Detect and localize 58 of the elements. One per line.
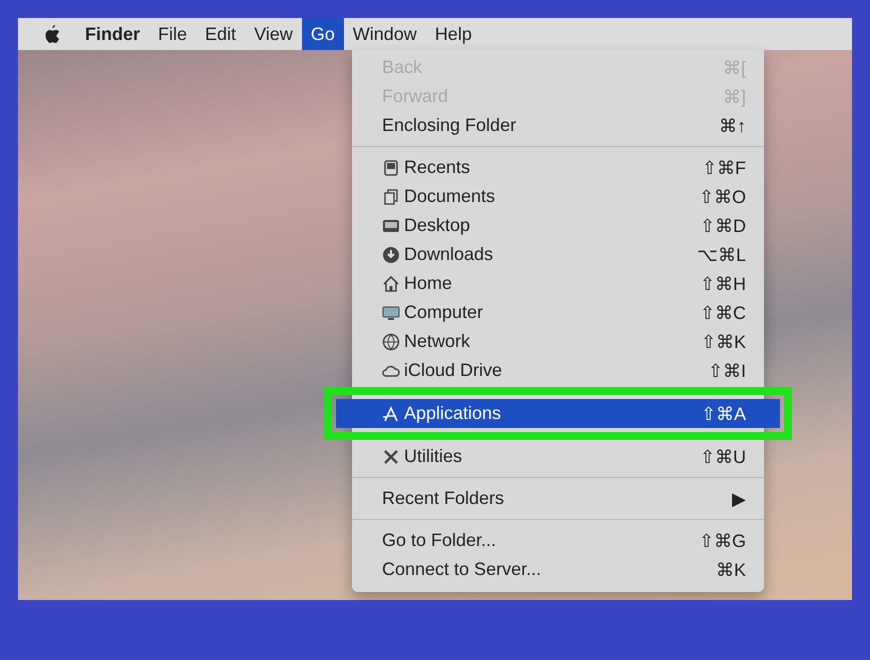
- menu-item[interactable]: Network ⇧⌘K: [352, 327, 764, 356]
- computer-icon: [382, 304, 400, 322]
- menu-item[interactable]: Computer ⇧⌘C: [352, 298, 764, 327]
- menu-item[interactable]: Go to Folder... ⇧⌘G: [352, 526, 764, 555]
- keyboard-shortcut: ⌘↑: [719, 114, 746, 136]
- menu-item[interactable]: Recents ⇧⌘F: [352, 153, 764, 182]
- house-icon: [382, 274, 400, 292]
- keyboard-shortcut: ⇧⌘D: [700, 214, 746, 236]
- menu-item[interactable]: Desktop ⇧⌘D: [352, 211, 764, 240]
- menu-item[interactable]: Documents ⇧⌘O: [352, 182, 764, 211]
- menu-bar-item[interactable]: File: [149, 18, 196, 50]
- menu-item-label: Downloads: [404, 244, 494, 265]
- app-store-icon: [382, 404, 400, 422]
- globe-icon: [382, 332, 400, 350]
- keyboard-shortcut: ⇧⌘A: [700, 402, 746, 424]
- menu-bar-item[interactable]: Go: [302, 18, 344, 50]
- menu-bar-item[interactable]: Help: [426, 18, 481, 50]
- keyboard-shortcut: ⇧⌘O: [698, 186, 746, 208]
- menu-item-label: Go to Folder...: [382, 530, 496, 551]
- menu-bar-item[interactable]: View: [245, 18, 302, 50]
- menu-item[interactable]: Enclosing Folder ⌘↑: [352, 111, 764, 140]
- menu-item[interactable]: Downloads ⌥⌘L: [352, 240, 764, 269]
- menu-bar-item[interactable]: Finder: [76, 18, 150, 50]
- keyboard-shortcut: ▶: [732, 488, 746, 510]
- menu-item[interactable]: iCloud Drive ⇧⌘I: [352, 356, 764, 385]
- menu-item-label: Utilities: [404, 446, 462, 467]
- menu-item-label: Recent Folders: [382, 488, 504, 509]
- menu-item-label: Connect to Server...: [382, 559, 542, 580]
- menu-item-label: Desktop: [404, 215, 470, 236]
- keyboard-shortcut: ⌘]: [722, 86, 746, 108]
- keyboard-shortcut: ⇧⌘C: [700, 302, 746, 324]
- menu-item[interactable]: Connect to Server... ⌘K: [352, 555, 764, 584]
- menu-item-label: Computer: [404, 302, 484, 323]
- menu-bar-item[interactable]: Window: [344, 18, 426, 50]
- apple-logo-icon[interactable]: [44, 24, 60, 44]
- menu-item[interactable]: Utilities ⇧⌘U: [352, 442, 764, 471]
- download-icon: [382, 246, 400, 264]
- menu-item-label: Applications: [404, 403, 502, 424]
- menu-item-label: Documents: [404, 186, 496, 207]
- menu-item-label: Home: [404, 273, 452, 294]
- keyboard-shortcut: ⌘K: [716, 558, 746, 580]
- menu-item[interactable]: Recent Folders ▶: [352, 484, 764, 513]
- keyboard-shortcut: ⇧⌘U: [700, 446, 746, 468]
- menu-item-label: Network: [404, 331, 470, 352]
- keyboard-shortcut: ⇧⌘H: [700, 272, 746, 294]
- keyboard-shortcut: ⇧⌘K: [700, 330, 746, 352]
- menu-item[interactable]: Home ⇧⌘H: [352, 269, 764, 298]
- menu-item-label: iCloud Drive: [404, 360, 502, 381]
- keyboard-shortcut: ⌘[: [722, 56, 746, 78]
- keyboard-shortcut: ⇧⌘I: [708, 360, 746, 382]
- menu-item[interactable]: Applications ⇧⌘A: [336, 399, 780, 428]
- keyboard-shortcut: ⇧⌘G: [698, 530, 746, 552]
- keyboard-shortcut: ⌥⌘L: [696, 244, 746, 266]
- document-icon: [382, 188, 400, 206]
- keyboard-shortcut: ⇧⌘F: [702, 156, 746, 178]
- menu-item-label: Enclosing Folder: [382, 115, 516, 136]
- menu-bar-item[interactable]: Edit: [196, 18, 246, 50]
- menu-item-label: Recents: [404, 157, 470, 178]
